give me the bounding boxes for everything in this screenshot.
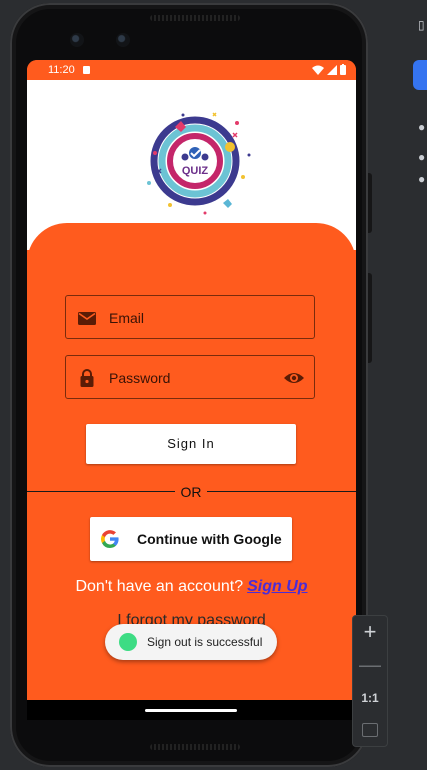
- android-icon: [119, 633, 137, 651]
- signup-prompt: Don't have an account?: [75, 578, 244, 595]
- lock-icon: [80, 369, 94, 387]
- email-icon: [78, 312, 96, 325]
- sd-card-icon: [83, 66, 90, 74]
- signal-icon: [327, 64, 337, 75]
- power-button[interactable]: [368, 173, 372, 233]
- front-camera: [70, 33, 84, 47]
- zoom-in-button[interactable]: +: [353, 620, 387, 644]
- sign-in-button[interactable]: Sign In: [86, 424, 296, 464]
- toast-message: Sign out is successful: [147, 635, 263, 649]
- sign-up-link[interactable]: Sign Up: [247, 578, 307, 595]
- ide-running-devices-tab[interactable]: [413, 60, 427, 90]
- user-icon-3[interactable]: ●: [418, 172, 427, 186]
- signup-row: Don't have an account? Sign Up: [27, 578, 356, 596]
- google-icon: [101, 530, 119, 548]
- show-password-eye-icon[interactable]: [283, 368, 305, 388]
- divider-text: OR: [175, 481, 207, 503]
- volume-button[interactable]: [368, 273, 372, 363]
- quiz-logo-icon: QUIZ: [147, 112, 251, 215]
- email-placeholder: Email: [109, 310, 145, 326]
- wifi-icon: [312, 65, 324, 75]
- zoom-out-button[interactable]: —: [353, 653, 387, 677]
- bottom-speaker: [150, 744, 240, 750]
- user-icon[interactable]: ●: [418, 120, 427, 134]
- earpiece-speaker: [150, 15, 240, 21]
- front-sensor: [116, 33, 130, 47]
- status-bar: 11:20: [27, 60, 356, 80]
- email-field[interactable]: Email: [65, 295, 315, 339]
- battery-icon: [340, 64, 346, 75]
- emulator-zoom-controls: + — 1:1: [352, 615, 388, 747]
- device-icon[interactable]: ▯: [418, 18, 427, 32]
- ide-side-toolbar: [404, 0, 427, 770]
- app-screen: 11:20 QUIZ Email Password Sign In OR Con…: [27, 60, 356, 720]
- status-time: 11:20: [48, 64, 75, 76]
- google-button-label: Continue with Google: [137, 531, 282, 547]
- user-icon-2[interactable]: ●: [418, 150, 427, 164]
- logo-wordmark: QUIZ: [182, 165, 209, 177]
- zoom-actual-size-button[interactable]: 1:1: [353, 690, 387, 706]
- toast-notification: Sign out is successful: [105, 624, 277, 660]
- continue-with-google-button[interactable]: Continue with Google: [90, 517, 292, 561]
- home-gesture-handle[interactable]: [145, 709, 237, 712]
- zoom-fit-icon[interactable]: [362, 723, 378, 737]
- navigation-bar: [27, 700, 356, 720]
- password-field[interactable]: Password: [65, 355, 315, 399]
- password-placeholder: Password: [109, 370, 171, 386]
